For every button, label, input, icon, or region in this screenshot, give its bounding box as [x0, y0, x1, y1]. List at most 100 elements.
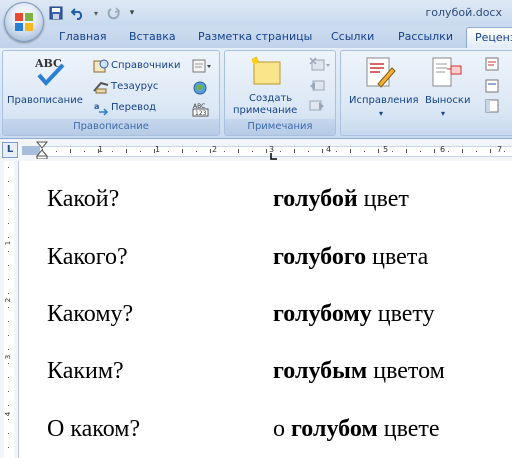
ruler-tick [126, 149, 127, 153]
display-for-review-icon[interactable] [485, 57, 499, 71]
ruler-number: 7 [497, 145, 503, 154]
thesaurus-icon [93, 81, 109, 94]
tab-insert[interactable]: Вставка [129, 30, 176, 43]
ribbon: ABC Правописание Справочники Тезаурус a … [0, 48, 512, 139]
quick-access-toolbar: ▾ ▾ [48, 4, 136, 22]
ruler-tick [238, 149, 239, 153]
thesaurus-button[interactable]: Тезаурус [111, 81, 158, 92]
track-changes-dropdown-icon[interactable]: ▾ [379, 109, 383, 118]
tab-references[interactable]: Ссылки [331, 30, 374, 43]
ruler-tick [224, 151, 225, 152]
ruler-tick [448, 151, 449, 152]
ruler-tick [504, 151, 505, 152]
reviewing-pane-icon[interactable] [485, 99, 499, 113]
vruler-tick [8, 209, 9, 210]
ruler-tick [406, 149, 407, 153]
ruler-tick [364, 151, 365, 152]
document-title: голубой.docx [425, 6, 502, 19]
new-comment-label-2[interactable]: примечание [233, 105, 297, 116]
question-text: Какому? [47, 301, 134, 327]
track-changes-button[interactable]: Исправления [349, 95, 418, 106]
vruler-tick [8, 377, 9, 378]
answer-bold: голубого [273, 244, 367, 270]
vruler-tick [8, 405, 9, 406]
next-comment-icon[interactable] [309, 99, 325, 113]
ruler-tick [350, 149, 351, 153]
answer-text: голубого цвета [273, 244, 428, 271]
ruler-tick [168, 151, 169, 152]
tab-selector-button[interactable]: L [2, 142, 18, 158]
document-page[interactable]: Какой? голубой цвет Какого? голубого цве… [19, 161, 512, 458]
ruler-tick [392, 151, 393, 152]
tracking-group: Исправления ▾ Выноски ▾ [340, 50, 512, 136]
vruler-tick [8, 265, 9, 266]
translate-button[interactable]: Перевод [111, 102, 156, 113]
ruler-tick [336, 151, 337, 152]
vruler-tick [8, 335, 9, 336]
ruler-tick [154, 149, 155, 153]
vruler-tick [8, 251, 9, 252]
customize-toolbar-icon[interactable]: ▾ [128, 5, 136, 21]
answer-bold: голубой [273, 186, 358, 212]
vruler-tick [8, 307, 9, 308]
tab-page-layout[interactable]: Разметка страницы [198, 30, 312, 43]
answer-bold: голубым [273, 358, 368, 384]
balloons-icon [432, 57, 462, 87]
vruler-tick [8, 223, 9, 224]
ruler-tick [182, 149, 183, 153]
svg-text:a: a [94, 102, 99, 111]
research-icon [93, 59, 109, 73]
show-markup-icon[interactable] [485, 79, 499, 93]
ruler-tick [294, 149, 295, 153]
question-text: Каким? [47, 358, 124, 384]
ruler-tick [476, 151, 477, 152]
redo-icon[interactable] [106, 5, 122, 21]
translation-tooltip-icon[interactable] [192, 58, 212, 74]
ruler-tick [434, 149, 435, 153]
ruler-tick [112, 151, 113, 152]
ribbon-tabs: Главная Вставка Разметка страницы Ссылки… [0, 26, 512, 49]
tab-mailings[interactable]: Рассылки [398, 30, 453, 43]
vruler-tick [8, 349, 9, 350]
ruler-tick [266, 149, 267, 153]
track-changes-icon [366, 57, 396, 88]
ruler-tick [462, 149, 463, 153]
answer-suffix: цветом [367, 358, 445, 384]
spelling-check-icon: ABC [34, 57, 65, 86]
tab-stop-icon[interactable] [270, 152, 278, 160]
tab-review[interactable]: Рецензирование [466, 27, 512, 48]
vruler-number: 2 [4, 297, 13, 303]
answer-prefix: о [273, 416, 291, 442]
dropdown-arrow-icon[interactable]: ▾ [92, 5, 100, 21]
balloons-button[interactable]: Выноски [425, 95, 470, 106]
vruler-tick [8, 419, 9, 420]
translate-icon: a [94, 102, 109, 116]
office-button[interactable] [4, 2, 44, 42]
research-button[interactable]: Справочники [111, 60, 181, 71]
ruler-tick [56, 151, 57, 152]
balloons-dropdown-icon[interactable]: ▾ [441, 109, 445, 118]
previous-comment-icon[interactable] [309, 79, 325, 93]
set-language-icon[interactable] [192, 80, 210, 96]
proofing-group-label: Правописание [3, 119, 219, 135]
vruler-tick [8, 433, 9, 434]
vruler-tick [8, 293, 9, 294]
horizontal-ruler[interactable]: L 1 1 2 3 4 5 6 7 [0, 139, 512, 162]
undo-icon[interactable] [70, 5, 86, 21]
spelling-button[interactable]: Правописание [7, 95, 83, 106]
vertical-ruler[interactable]: 1 2 3 4 [0, 161, 19, 458]
ruler-tick [140, 151, 141, 152]
answer-text: голубым цветом [273, 358, 445, 385]
ruler-tick [490, 149, 491, 153]
vruler-number: 3 [4, 354, 13, 360]
indent-marker-icon[interactable] [36, 141, 48, 159]
word-count-icon[interactable]: ABC 123 [192, 101, 210, 117]
vruler-tick [8, 321, 9, 322]
delete-comment-icon[interactable] [309, 57, 331, 73]
tab-home[interactable]: Главная [59, 30, 107, 43]
save-icon[interactable] [48, 5, 64, 21]
new-comment-label-1[interactable]: Создать [249, 93, 292, 104]
vruler-tick [8, 195, 9, 196]
question-text: Какого? [47, 244, 128, 270]
vruler-tick [8, 279, 9, 280]
